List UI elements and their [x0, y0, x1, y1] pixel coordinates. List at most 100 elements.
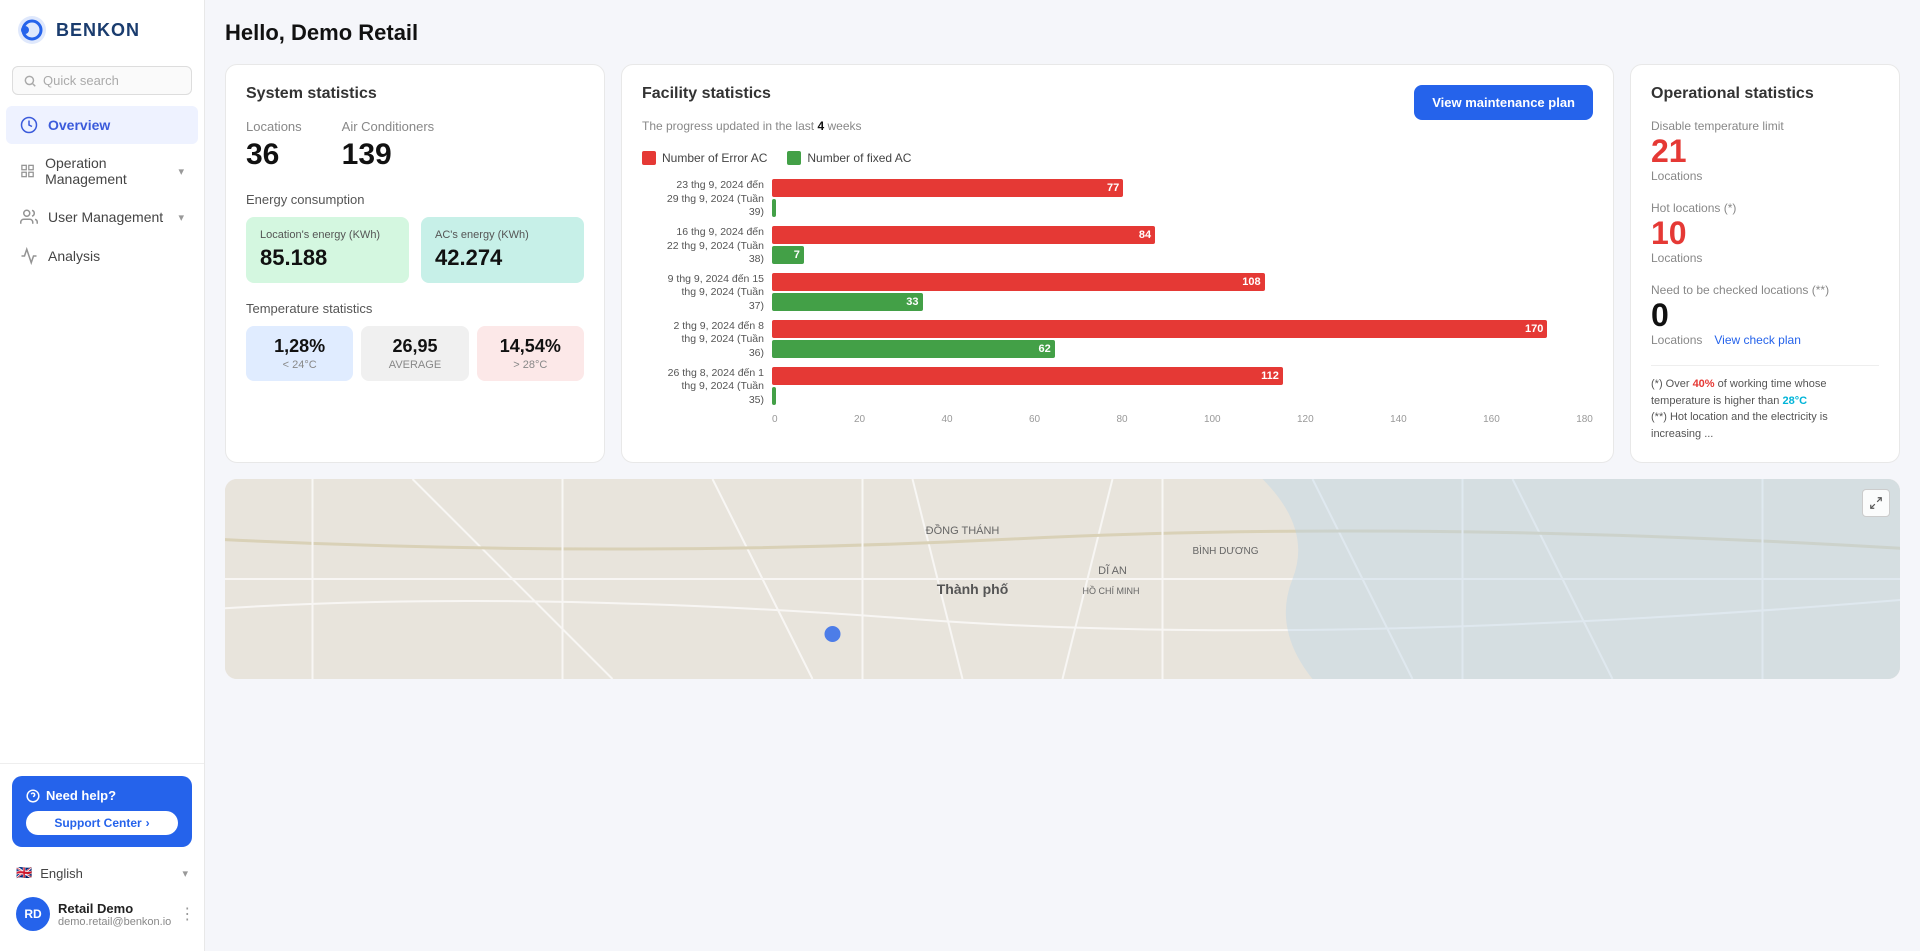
cards-row: System statistics Locations 36 Air Condi… — [225, 64, 1900, 463]
chevron-down-icon: ▾ — [182, 867, 188, 880]
check-loc-sub: Locations — [1651, 333, 1702, 347]
temp-section-title: Temperature statistics — [246, 301, 584, 316]
check-loc-label: Need to be checked locations (**) — [1651, 283, 1879, 297]
svg-text:BÌNH DƯƠNG: BÌNH DƯƠNG — [1193, 544, 1259, 557]
help-title: Need help? — [26, 788, 178, 803]
temperature-section: Temperature statistics 1,28% < 24°C 26,9… — [246, 301, 584, 381]
flag-icon: 🇬🇧 — [16, 865, 32, 881]
chart-bars: 23 thg 9, 2024 đến29 thg 9, 2024 (Tuần39… — [642, 179, 1593, 408]
x-axis-label: 20 — [854, 414, 865, 425]
disable-temp-value: 21 — [1651, 135, 1879, 167]
fixed-bar-3: 62 — [772, 340, 1055, 358]
facility-title-group: Facility statistics The progress updated… — [642, 85, 862, 147]
temp-avg-value: 26,95 — [373, 336, 456, 357]
disable-temp-item: Disable temperature limit 21 Locations — [1651, 119, 1879, 183]
temp-hot-box: 14,54% > 28°C — [477, 326, 584, 381]
main-content: Hello, Demo Retail System statistics Loc… — [205, 0, 1920, 951]
x-axis-label: 40 — [941, 414, 952, 425]
temp-hot-sub: > 28°C — [489, 359, 572, 371]
error-bar-2: 108 — [772, 273, 1265, 291]
ops-footnote: (*) Over 40% of working time whose tempe… — [1651, 365, 1879, 442]
locations-label: Locations — [246, 119, 302, 134]
ac-value: 139 — [342, 138, 435, 172]
fixed-bar-2: 33 — [772, 293, 923, 311]
activity-icon — [20, 247, 38, 265]
disable-temp-sub: Locations — [1651, 169, 1879, 183]
bar-label-1: 16 thg 9, 2024 đến22 thg 9, 2024 (Tuần38… — [642, 226, 772, 267]
support-center-button[interactable]: Support Center › — [26, 811, 178, 835]
user-email: demo.retail@benkon.io — [58, 916, 171, 928]
legend-error: Number of Error AC — [642, 151, 767, 165]
sidebar-item-label: Overview — [48, 117, 110, 133]
facility-stats-title: Facility statistics — [642, 85, 862, 103]
hot-locations-item: Hot locations (*) 10 Locations — [1651, 201, 1879, 265]
temp-avg-sub: AVERAGE — [373, 359, 456, 371]
energy-row: Location's energy (KWh) 85.188 AC's ener… — [246, 217, 584, 283]
fixed-legend-dot — [787, 151, 801, 165]
facility-stats-card: Facility statistics The progress updated… — [621, 64, 1614, 463]
facility-header: Facility statistics The progress updated… — [642, 85, 1593, 147]
benkon-logo-icon — [16, 14, 48, 46]
page-title: Hello, Demo Retail — [225, 20, 1900, 46]
search-box[interactable]: Quick search — [12, 66, 192, 95]
fixed-bar-1: 7 — [772, 246, 804, 264]
user-options-button[interactable]: ⋮ — [179, 904, 195, 924]
chevron-down-icon: ▾ — [178, 165, 184, 178]
user-name: Retail Demo — [58, 901, 171, 916]
check-loc-value: 0 — [1651, 299, 1879, 331]
x-axis-label: 0 — [772, 414, 778, 425]
stats-row: Locations 36 Air Conditioners 139 — [246, 119, 584, 172]
language-label: English — [40, 866, 83, 881]
bars-container-4: 112 0 — [772, 367, 1593, 407]
map-area: Thành phố ĐỒNG THÁNH BÌNH DƯƠNG DĨ AN HỒ… — [225, 479, 1900, 679]
bar-label-2: 9 thg 9, 2024 đến 15thg 9, 2024 (Tuần37) — [642, 273, 772, 314]
question-icon — [26, 789, 40, 803]
ac-stat: Air Conditioners 139 — [342, 119, 435, 172]
facility-subtitle: The progress updated in the last 4 weeks — [642, 119, 862, 133]
svg-text:HỒ CHÍ MINH: HỒ CHÍ MINH — [1083, 585, 1140, 596]
error-bar-1: 84 — [772, 226, 1155, 244]
sidebar-item-analysis[interactable]: Analysis — [6, 237, 198, 275]
bar-label-4: 26 thg 8, 2024 đến 1thg 9, 2024 (Tuần35) — [642, 367, 772, 408]
x-axis-label: 120 — [1297, 414, 1314, 425]
expand-icon — [1869, 496, 1883, 510]
temp-row: 1,28% < 24°C 26,95 AVERAGE 14,54% > 28°C — [246, 326, 584, 381]
system-stats-title: System statistics — [246, 85, 584, 103]
ac-energy-box: AC's energy (KWh) 42.274 — [421, 217, 584, 283]
chart-area: 23 thg 9, 2024 đến29 thg 9, 2024 (Tuần39… — [642, 179, 1593, 408]
sidebar-bottom: Need help? Support Center › 🇬🇧 English ▾… — [0, 763, 204, 951]
bar-group-0: 23 thg 9, 2024 đến29 thg 9, 2024 (Tuần39… — [642, 179, 1593, 220]
temp-hot-value: 14,54% — [489, 336, 572, 357]
language-selector[interactable]: 🇬🇧 English ▾ — [12, 857, 192, 889]
map-expand-button[interactable] — [1862, 489, 1890, 517]
bar-wrap-2: 108 33 — [772, 273, 1593, 311]
sidebar-item-user[interactable]: User Management ▾ — [6, 198, 198, 236]
bar-wrap-1: 84 7 — [772, 226, 1593, 264]
sidebar-item-overview[interactable]: Overview — [6, 106, 198, 144]
location-energy-box: Location's energy (KWh) 85.188 — [246, 217, 409, 283]
x-axis-label: 100 — [1204, 414, 1221, 425]
sidebar-nav: Overview Operation Management ▾ User Man… — [0, 105, 204, 276]
view-maintenance-plan-button[interactable]: View maintenance plan — [1414, 85, 1593, 120]
user-info: Retail Demo demo.retail@benkon.io — [58, 901, 171, 928]
error-bar-4: 112 — [772, 367, 1283, 385]
hot-loc-value: 10 — [1651, 217, 1879, 249]
bars-container-3: 170 62 — [772, 320, 1593, 360]
error-bar-0: 77 — [772, 179, 1123, 197]
location-energy-label: Location's energy (KWh) — [260, 229, 395, 241]
bar-group-3: 2 thg 9, 2024 đến 8thg 9, 2024 (Tuần36) … — [642, 320, 1593, 361]
temp-cold-value: 1,28% — [258, 336, 341, 357]
system-stats-card: System statistics Locations 36 Air Condi… — [225, 64, 605, 463]
temp-avg-box: 26,95 AVERAGE — [361, 326, 468, 381]
chart-icon — [20, 116, 38, 134]
view-check-plan-link[interactable]: View check plan — [1714, 333, 1801, 347]
help-box: Need help? Support Center › — [12, 776, 192, 847]
sidebar-item-label: Operation Management — [45, 155, 168, 187]
user-avatar: RD — [16, 897, 50, 931]
sidebar-item-label: User Management — [48, 209, 163, 225]
logo-text: BENKON — [56, 20, 140, 41]
logo-area: BENKON — [0, 0, 204, 60]
sidebar-item-operation[interactable]: Operation Management ▾ — [6, 145, 198, 197]
bars-container-1: 84 7 — [772, 226, 1593, 266]
map-svg: Thành phố ĐỒNG THÁNH BÌNH DƯƠNG DĨ AN HỒ… — [225, 479, 1900, 679]
